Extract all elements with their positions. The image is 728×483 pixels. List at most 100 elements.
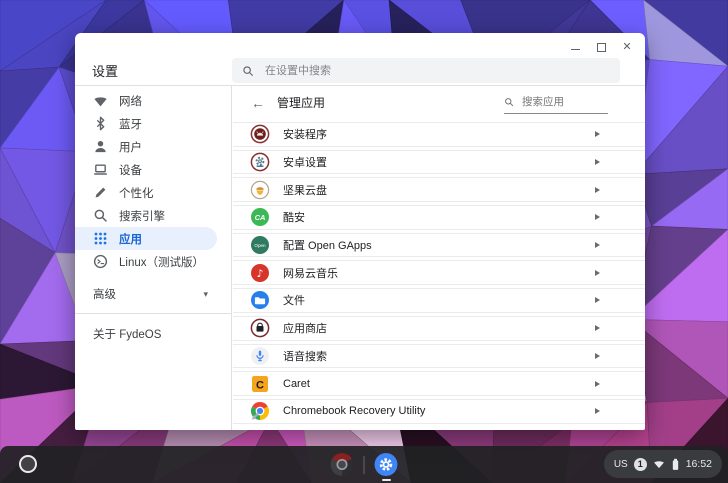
app-label: 文件 (283, 292, 582, 308)
sidebar-item-label: 个性化 (119, 185, 154, 201)
sidebar-advanced[interactable]: 高级 ▾ (75, 282, 231, 306)
app-row[interactable]: Chromebook Recovery Utility (233, 399, 645, 424)
shelf: US 1 16:52 (0, 446, 728, 483)
app-row[interactable]: 应用商店 (233, 316, 645, 341)
wifi-icon (93, 93, 108, 108)
about-label: 关于 FydeOS (93, 326, 161, 342)
minimize-icon[interactable] (568, 41, 582, 53)
window-controls: ✕ (568, 41, 634, 53)
sidebar-item-laptop[interactable]: 设备 (75, 158, 231, 181)
app-label: 坚果云盘 (283, 182, 582, 198)
apps-icon (93, 231, 108, 246)
apps-list: 安装程序安卓设置坚果云盘 CA 酷安 Open 配置 Open GApps ♪网易云音乐文… (233, 122, 645, 427)
sidebar: 网络蓝牙用户设备个性化搜索引擎应用 Linux（测试版） 高级 ▾ 关于 Fyde… (75, 86, 232, 430)
wifi-icon (653, 459, 665, 469)
netease-icon: ♪ (250, 263, 270, 283)
sidebar-item-person[interactable]: 用户 (75, 135, 231, 158)
app-label: 安卓设置 (283, 154, 582, 170)
chevron-right-icon (595, 325, 600, 331)
person-icon (93, 139, 108, 154)
voice-search-icon (250, 346, 270, 366)
chevron-right-icon (595, 297, 600, 303)
recovery-icon (250, 401, 270, 421)
android-settings-icon (250, 152, 270, 172)
sidebar-item-terminal[interactable]: Linux（测试版） (75, 250, 231, 273)
battery-icon (671, 458, 680, 471)
settings-search-input[interactable] (263, 64, 610, 78)
sidebar-item-label: 蓝牙 (119, 116, 142, 132)
svg-text:CA: CA (255, 213, 266, 222)
settings-window: ✕ 设置 网络蓝牙用户设备个性化搜索引擎应用 Linux（测试版） 高级 ▾ 关于… (75, 33, 645, 430)
installer-icon (250, 124, 270, 144)
app-label: 应用商店 (283, 320, 582, 336)
maximize-icon[interactable] (594, 41, 608, 53)
chrome-browser-icon[interactable] (330, 452, 355, 477)
sidebar-item-label: 应用 (119, 231, 142, 247)
app-row[interactable]: CA 酷安 (233, 205, 645, 230)
sidebar-item-label: 搜索引擎 (119, 208, 165, 224)
sidebar-item-pen[interactable]: 个性化 (75, 181, 231, 204)
chevron-down-icon: ▾ (203, 289, 208, 300)
sidebar-item-search[interactable]: 搜索引擎 (75, 204, 231, 227)
chevron-right-icon (595, 270, 600, 276)
svg-text:C: C (256, 379, 264, 391)
notification-badge: 1 (634, 458, 647, 471)
sidebar-item-about[interactable]: 关于 FydeOS (75, 319, 231, 349)
opengapps-icon: Open (250, 235, 270, 255)
apps-search-input[interactable] (520, 95, 608, 109)
sidebar-item-wifi[interactable]: 网络 (75, 89, 231, 112)
app-row[interactable]: 坚果云盘 (233, 177, 645, 202)
appstore-icon (250, 318, 270, 338)
apps-search-box[interactable] (504, 95, 608, 114)
chevron-right-icon (595, 353, 600, 359)
pen-icon (93, 185, 108, 200)
sidebar-item-label: Linux（测试版） (119, 254, 204, 270)
manage-apps-title: 管理应用 (277, 94, 325, 111)
app-row[interactable]: 安卓设置 (233, 150, 645, 175)
search-icon (93, 208, 108, 223)
chevron-right-icon (595, 131, 600, 137)
app-label: 酷安 (283, 209, 582, 225)
chevron-right-icon (595, 187, 600, 193)
settings-app-icon[interactable] (374, 452, 399, 477)
app-label: 配置 Open GApps (283, 237, 582, 253)
caret-icon: C (250, 374, 270, 394)
chevron-right-icon (595, 214, 600, 220)
close-icon[interactable]: ✕ (620, 41, 634, 53)
terminal-icon (93, 254, 108, 269)
app-label: 安装程序 (283, 126, 582, 142)
sidebar-nav: 网络蓝牙用户设备个性化搜索引擎应用 Linux（测试版） (75, 89, 231, 273)
app-row[interactable]: 安装程序 (233, 122, 645, 147)
search-icon (504, 97, 514, 107)
chevron-right-icon (595, 159, 600, 165)
page-title: 设置 (92, 58, 118, 82)
coolapk-icon: CA (250, 207, 270, 227)
shelf-separator (364, 456, 365, 474)
sidebar-item-bluetooth[interactable]: 蓝牙 (75, 112, 231, 135)
search-icon (242, 65, 254, 77)
sidebar-divider (75, 313, 231, 314)
clock: 16:52 (686, 458, 712, 470)
advanced-label: 高级 (93, 286, 116, 302)
app-label: Chromebook Recovery Utility (283, 405, 582, 417)
app-row[interactable]: ♪网易云音乐 (233, 260, 645, 285)
app-row[interactable]: 语音搜索 (233, 344, 645, 369)
sidebar-item-apps[interactable]: 应用 (75, 227, 217, 250)
app-row[interactable]: 文件 (233, 288, 645, 313)
nutstore-icon (250, 180, 270, 200)
active-app-indicator (382, 479, 391, 481)
app-row[interactable]: Open 配置 Open GApps (233, 233, 645, 258)
chevron-right-icon (595, 242, 600, 248)
svg-text:Open: Open (254, 243, 266, 248)
app-row[interactable]: CCaret (233, 371, 645, 396)
back-arrow-icon[interactable]: ← (251, 95, 271, 111)
svg-text:♪: ♪ (257, 268, 264, 280)
chevron-right-icon (595, 381, 600, 387)
settings-search-box[interactable] (232, 58, 620, 83)
status-tray[interactable]: US 1 16:52 (604, 450, 722, 478)
files-icon (250, 290, 270, 310)
shelf-apps (330, 446, 399, 483)
launcher-button[interactable] (19, 455, 37, 473)
sidebar-item-label: 设备 (119, 162, 142, 178)
window-titlebar[interactable] (75, 33, 645, 55)
